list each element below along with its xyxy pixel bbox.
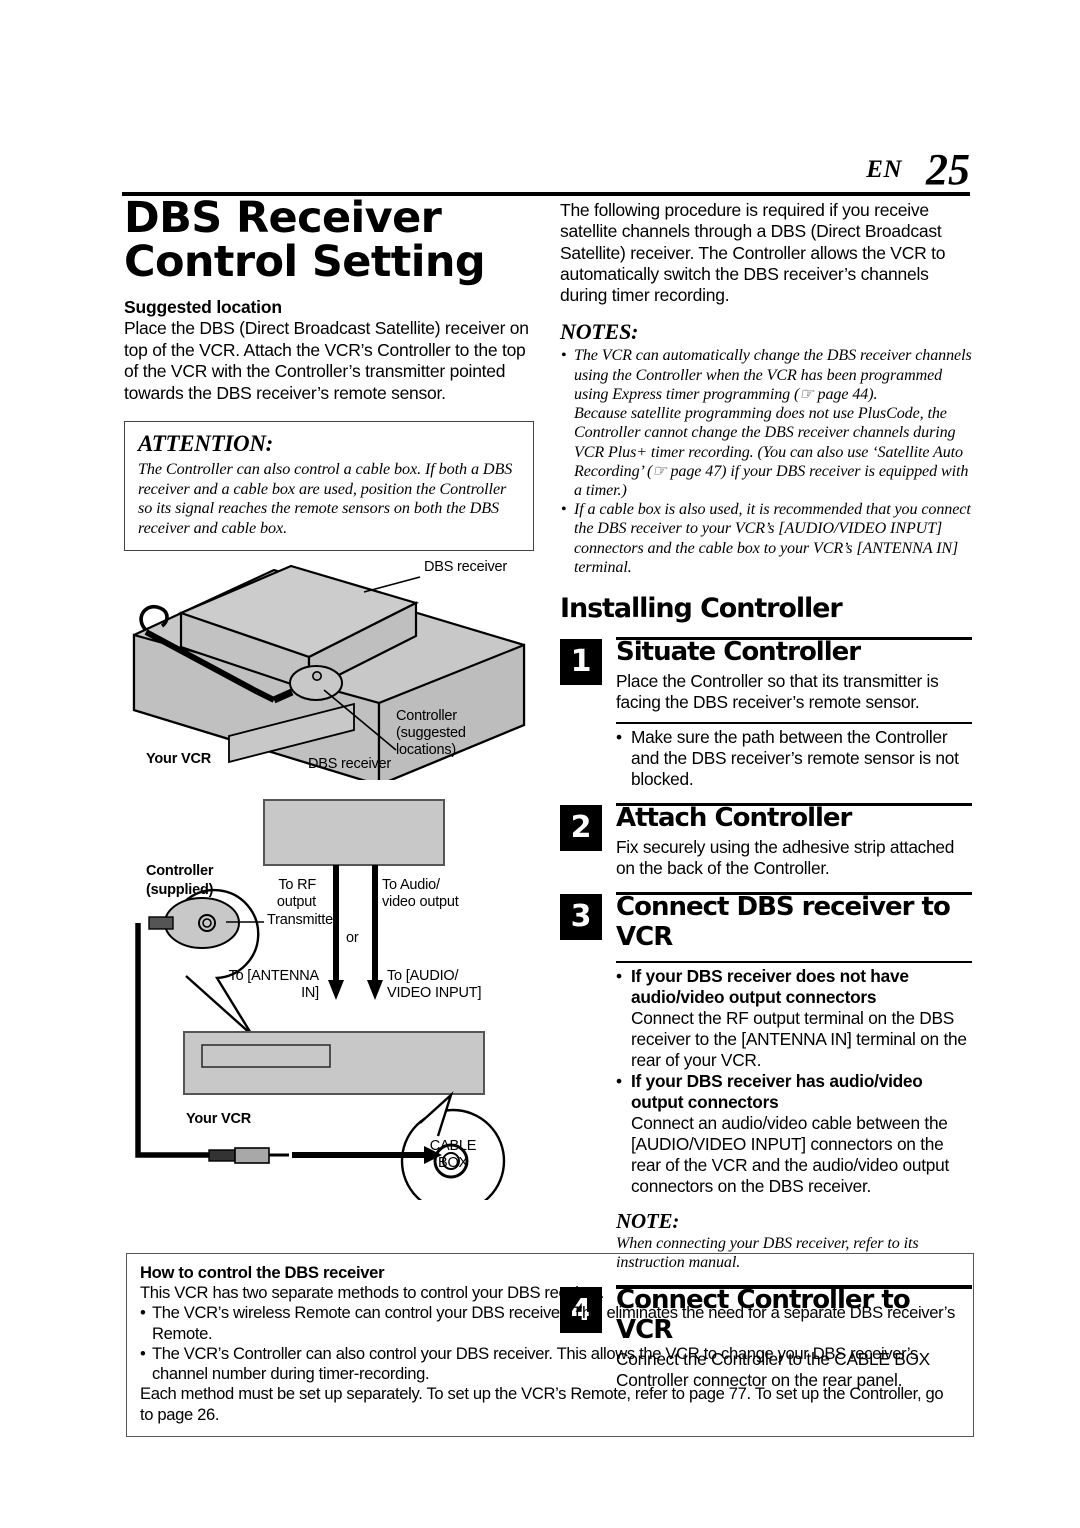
page-title-line1: DBS Receiver	[124, 193, 442, 243]
step-bullet-head-text: If your DBS receiver has audio/video out…	[631, 1070, 923, 1112]
step-title: Attach Controller	[616, 802, 852, 833]
step-bullet-body-text: Connect an audio/video cable between the…	[631, 1112, 950, 1196]
note-item: If a cable box is also used, it is recom…	[560, 500, 972, 577]
left-column: DBS Receiver Control Setting Suggested l…	[124, 196, 534, 551]
label-to-audio-video-input-line2: VIDEO INPUT]	[387, 985, 482, 1001]
step-rule	[616, 802, 972, 807]
step-body: Place the Controller so that its transmi…	[616, 670, 939, 712]
step-divider	[616, 960, 972, 963]
page-number: 25	[926, 145, 970, 194]
document-page: EN 25 DBS Receiver Control Setting Sugge…	[0, 0, 1080, 1528]
how-to-control-item: The VCR’s Controller can also control yo…	[140, 1344, 960, 1385]
vcr-isometric-illustration	[132, 564, 526, 780]
step-bullet-body-text: Connect the RF output terminal on the DB…	[631, 1007, 967, 1070]
step-bullet-head: If your DBS receiver has audio/video out…	[616, 1071, 972, 1197]
step-2: 2 Attach Controller Fix securely using t…	[560, 802, 972, 879]
page-header: EN 25	[122, 140, 970, 196]
attention-body: The Controller can also control a cable …	[138, 460, 513, 537]
note-heading: NOTE:	[616, 1208, 680, 1233]
connection-diagram: DBS receiver Controller (suggested locat…	[124, 540, 544, 1200]
label-your-vcr-bottom: Your VCR	[186, 1111, 251, 1127]
step-bullet: Make sure the path between the Controlle…	[616, 727, 972, 790]
label-to-rf-output-line2: output	[276, 894, 316, 910]
label-controller-supplied-line1: Controller	[146, 863, 214, 879]
label-cable-box-line1: CABLE	[429, 1138, 477, 1154]
step-number-badge: 1	[560, 638, 602, 685]
page-title-line2: Control Setting	[124, 237, 486, 287]
label-dbs-receiver-mid: DBS receiver	[308, 756, 392, 772]
label-your-vcr-top: Your VCR	[146, 751, 211, 767]
step-bullets: Make sure the path between the Controlle…	[616, 727, 972, 790]
intro-paragraph: The following procedure is required if y…	[560, 200, 946, 306]
label-to-antenna-in-line2: IN]	[301, 985, 319, 1001]
step-1: 1 Situate Controller Place the Controlle…	[560, 636, 972, 790]
label-or: or	[346, 930, 359, 946]
step-divider	[616, 721, 972, 724]
notes-heading: NOTES:	[560, 319, 639, 345]
step-rule	[616, 636, 972, 641]
label-controller-suggested-line3: locations)	[396, 742, 457, 758]
how-to-control-item: The VCR’s wireless Remote can control yo…	[140, 1303, 960, 1344]
step-title: Situate Controller	[616, 636, 861, 667]
note-item: The VCR can automatically change the DBS…	[560, 346, 972, 404]
label-to-audio-video-output-line1: To Audio/	[382, 877, 440, 893]
label-to-audio-video-output-line2: video output	[382, 894, 459, 910]
attention-heading: ATTENTION:	[138, 431, 274, 456]
how-to-control-heading: How to control the DBS receiver	[140, 1263, 385, 1282]
suggested-location-heading: Suggested location	[124, 297, 282, 317]
label-to-antenna-in-line1: To [ANTENNA	[228, 968, 320, 984]
step-number-badge: 2	[560, 804, 602, 851]
label-controller-suggested-line1: Controller	[396, 708, 457, 724]
step-title: Connect DBS receiver to VCR	[616, 891, 951, 952]
label-to-rf-output-line1: To RF	[278, 877, 316, 893]
label-transmitter: Transmitter	[267, 912, 338, 928]
how-to-control-box: How to control the DBS receiver This VCR…	[126, 1253, 974, 1438]
label-cable-box-line2: BOX	[437, 1155, 469, 1171]
step-bullets: If your DBS receiver does not have audio…	[616, 966, 972, 1197]
step-number-badge: 3	[560, 893, 602, 940]
step-rule	[616, 891, 972, 896]
label-controller-supplied-line2: (supplied)	[146, 882, 214, 898]
step-3: 3 Connect DBS receiver to VCR If your DB…	[560, 891, 972, 1272]
suggested-location-body: Place the DBS (Direct Broadcast Satellit…	[124, 318, 529, 403]
label-controller-suggested-line2: (suggested	[396, 725, 466, 741]
step-bullet-head-text: If your DBS receiver does not have audio…	[631, 965, 909, 1007]
how-to-control-intro: This VCR has two separate methods to con…	[140, 1283, 604, 1302]
step-body: Fix securely using the adhesive strip at…	[616, 836, 955, 878]
step-bullet-head: If your DBS receiver does not have audio…	[616, 966, 972, 1071]
how-to-control-closing: Each method must be set up separately. T…	[140, 1384, 944, 1424]
language-code: EN	[866, 156, 902, 183]
notes-list: The VCR can automatically change the DBS…	[560, 346, 972, 576]
page-title: DBS Receiver Control Setting	[124, 196, 534, 284]
right-column: The following procedure is required if y…	[560, 200, 972, 1391]
how-to-control-list: The VCR’s wireless Remote can control yo…	[140, 1303, 960, 1384]
attention-box: ATTENTION: The Controller can also contr…	[124, 421, 534, 551]
section-title-installing-controller: Installing Controller	[560, 592, 843, 624]
label-dbs-receiver-top: DBS receiver	[424, 559, 508, 575]
label-to-audio-video-input-line1: To [AUDIO/	[387, 968, 459, 984]
note-item: Because satellite programming does not u…	[574, 405, 969, 499]
